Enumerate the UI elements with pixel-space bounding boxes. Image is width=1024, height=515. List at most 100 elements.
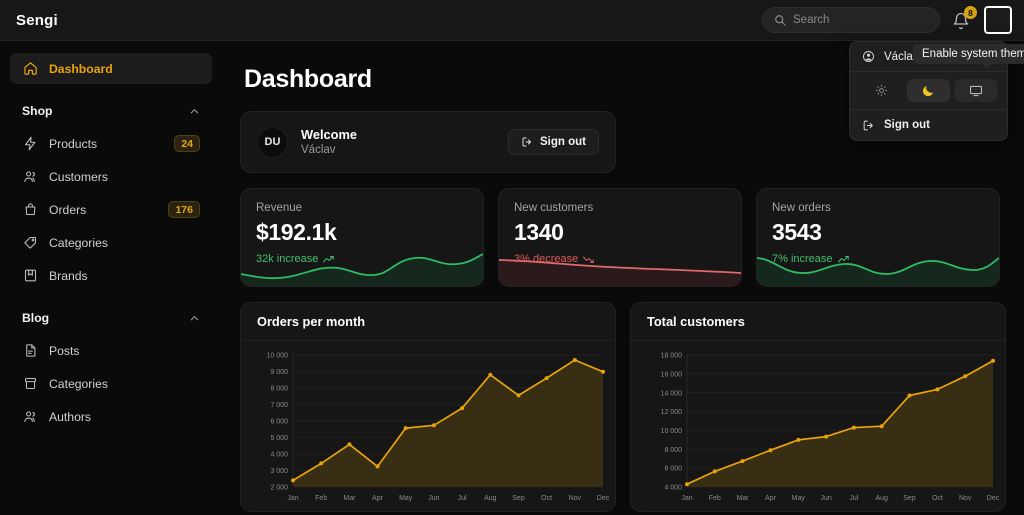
- sidebar-group-blog[interactable]: Blog: [10, 305, 212, 331]
- sidebar-item-categories-blog[interactable]: Categories: [10, 368, 212, 399]
- svg-text:Jan: Jan: [681, 495, 692, 502]
- stat-delta: 32k increase: [256, 253, 468, 265]
- avatar[interactable]: [984, 6, 1012, 34]
- search-input[interactable]: Search: [762, 7, 940, 33]
- sidebar-group-shop[interactable]: Shop: [10, 98, 212, 124]
- bolt-icon: [22, 136, 38, 152]
- sign-out-label: Sign out: [540, 136, 586, 148]
- document-icon: [22, 343, 38, 359]
- stat-delta: 7% increase: [772, 253, 984, 265]
- sidebar-item-label: Products: [49, 136, 98, 151]
- sidebar-badge: 176: [168, 201, 200, 218]
- total-customers-chart[interactable]: 4 000 6 000 8 000 10 000 12 000 14 000 16 000 1…: [637, 347, 1001, 507]
- chart-body: 2 000 3 000 4 000 5 000 6 000 7 000 8 000 9 000…: [241, 341, 615, 507]
- sidebar-item-customers[interactable]: Customers: [10, 161, 212, 192]
- theme-light-button[interactable]: [860, 79, 902, 102]
- svg-text:Sep: Sep: [903, 495, 916, 502]
- sidebar-item-categories-shop[interactable]: Categories: [10, 227, 212, 258]
- stat-delta-label: 3% decrease: [514, 253, 579, 265]
- stat-card-new-customers[interactable]: New customers 1340 3% decrease: [498, 188, 742, 287]
- svg-text:7 000: 7 000: [270, 402, 288, 409]
- svg-text:Nov: Nov: [959, 495, 972, 502]
- notification-count-badge: 8: [964, 6, 977, 19]
- sidebar: Dashboard Shop Products 24 Customers Ord…: [0, 41, 222, 515]
- theme-dark-button[interactable]: [907, 79, 950, 102]
- welcome-card: DU Welcome Václav Sign out: [240, 111, 616, 173]
- svg-text:Mar: Mar: [737, 495, 750, 502]
- theme-tooltip: Enable system theme: [913, 44, 1024, 69]
- chart-title: Orders per month: [241, 303, 615, 341]
- sidebar-item-authors[interactable]: Authors: [10, 401, 212, 432]
- top-bar: Sengi Search 8: [0, 0, 1024, 41]
- stat-card-revenue[interactable]: Revenue $192.1k 32k increase: [240, 188, 484, 287]
- svg-text:Nov: Nov: [569, 495, 582, 502]
- svg-text:Feb: Feb: [709, 495, 721, 502]
- sidebar-badge: 24: [174, 135, 200, 152]
- stat-value: 3543: [772, 219, 822, 245]
- account-menu-sign-out[interactable]: Sign out: [850, 110, 1007, 140]
- users-icon: [22, 409, 38, 425]
- svg-text:4 000: 4 000: [270, 452, 288, 459]
- logout-icon: [862, 119, 875, 132]
- sidebar-item-posts[interactable]: Posts: [10, 335, 212, 366]
- svg-text:8 000: 8 000: [664, 447, 682, 454]
- sidebar-item-label: Customers: [49, 169, 108, 184]
- sidebar-item-label: Authors: [49, 409, 92, 424]
- logout-icon: [521, 136, 533, 148]
- home-icon: [22, 61, 38, 77]
- sun-icon: [875, 84, 888, 97]
- sign-out-button[interactable]: Sign out: [508, 129, 599, 155]
- theme-switcher: [850, 72, 1007, 110]
- svg-text:Dec: Dec: [987, 495, 1000, 502]
- chart-card-total-customers: Total customers 4 000 6 000 8 000 10 000 12 …: [630, 302, 1006, 512]
- chart-cards: Orders per month 2 000 3 000 4 000 5 000 6 0…: [240, 302, 1008, 512]
- svg-text:12 000: 12 000: [661, 409, 683, 416]
- chart-card-orders-per-month: Orders per month 2 000 3 000 4 000 5 000 6 0…: [240, 302, 616, 512]
- bookmark-icon: [22, 268, 38, 284]
- svg-text:3 000: 3 000: [270, 468, 288, 475]
- stat-label: New orders: [772, 202, 831, 214]
- stat-delta: 3% decrease: [514, 253, 726, 265]
- user-circle-icon: [862, 50, 875, 63]
- sidebar-item-label: Categories: [49, 235, 108, 250]
- svg-text:Sep: Sep: [512, 495, 525, 502]
- svg-text:Dec: Dec: [597, 495, 610, 502]
- tag-icon: [22, 235, 38, 251]
- theme-system-button[interactable]: [954, 79, 997, 102]
- trend-up-icon: [837, 255, 851, 264]
- sidebar-item-dashboard[interactable]: Dashboard: [10, 53, 212, 84]
- chevron-up-icon: [189, 313, 200, 324]
- svg-text:18 000: 18 000: [661, 353, 683, 360]
- chart-title: Total customers: [631, 303, 1005, 341]
- notifications-button[interactable]: 8: [952, 6, 977, 31]
- svg-text:Jun: Jun: [820, 495, 831, 502]
- svg-text:Jun: Jun: [428, 495, 439, 502]
- monitor-icon: [969, 84, 983, 98]
- stat-value: 1340: [514, 219, 564, 245]
- bag-icon: [22, 202, 38, 218]
- svg-text:8 000: 8 000: [270, 386, 288, 393]
- sidebar-item-orders[interactable]: Orders 176: [10, 194, 212, 225]
- welcome-subtitle: Václav: [301, 143, 336, 156]
- sidebar-group-label: Blog: [22, 311, 50, 325]
- svg-text:16 000: 16 000: [661, 371, 683, 378]
- svg-text:6 000: 6 000: [664, 466, 682, 473]
- svg-text:Apr: Apr: [765, 495, 777, 502]
- orders-per-month-chart[interactable]: 2 000 3 000 4 000 5 000 6 000 7 000 8 000 9 000…: [247, 347, 611, 507]
- svg-text:Oct: Oct: [541, 495, 552, 502]
- sidebar-item-brands[interactable]: Brands: [10, 260, 212, 291]
- svg-text:Jul: Jul: [458, 495, 467, 502]
- welcome-text: Welcome Václav: [301, 126, 357, 159]
- svg-text:Jul: Jul: [849, 495, 858, 502]
- svg-text:2 000: 2 000: [270, 485, 288, 492]
- avatar-initials: DU: [257, 126, 288, 158]
- svg-text:May: May: [399, 495, 413, 502]
- svg-text:9 000: 9 000: [270, 369, 288, 376]
- app-brand[interactable]: Sengi: [16, 12, 58, 29]
- archive-icon: [22, 376, 38, 392]
- svg-text:Aug: Aug: [484, 495, 497, 502]
- svg-text:Aug: Aug: [875, 495, 888, 502]
- search-placeholder: Search: [793, 14, 830, 26]
- sidebar-item-products[interactable]: Products 24: [10, 128, 212, 159]
- stat-card-new-orders[interactable]: New orders 3543 7% increase: [756, 188, 1000, 287]
